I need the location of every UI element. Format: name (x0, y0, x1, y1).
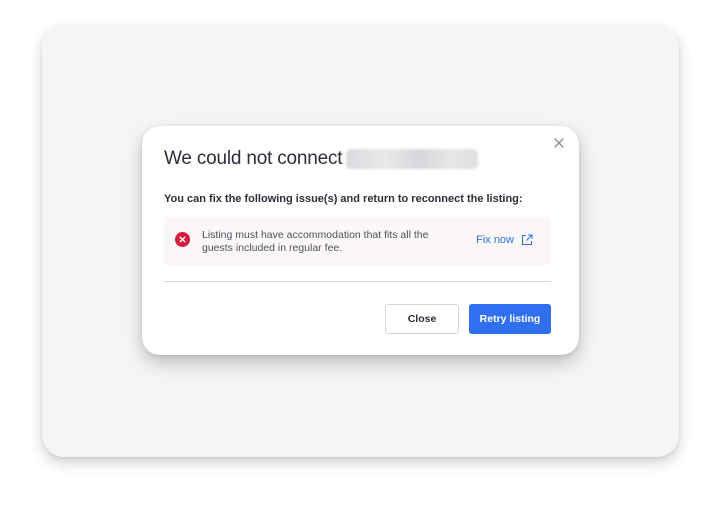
dialog-title: We could not connect (164, 148, 343, 169)
redacted-listing-name (346, 149, 479, 169)
close-x-icon[interactable] (551, 135, 567, 151)
error-circle-icon (175, 232, 190, 247)
external-link-icon (521, 234, 533, 246)
connection-error-dialog: We could not connect You can fix the fol… (142, 126, 579, 355)
retry-listing-button[interactable]: Retry listing (469, 304, 551, 334)
dialog-header: We could not connect (164, 148, 479, 170)
close-button[interactable]: Close (385, 304, 459, 334)
fix-now-link[interactable]: Fix now (476, 234, 533, 246)
screenshot-stage: We could not connect You can fix the fol… (0, 0, 721, 516)
dialog-subtitle: You can fix the following issue(s) and r… (164, 193, 523, 205)
issue-item: Listing must have accommodation that fit… (164, 217, 551, 265)
issue-text: Listing must have accommodation that fit… (202, 229, 429, 254)
footer-divider (164, 281, 551, 282)
fix-now-label: Fix now (476, 234, 514, 246)
